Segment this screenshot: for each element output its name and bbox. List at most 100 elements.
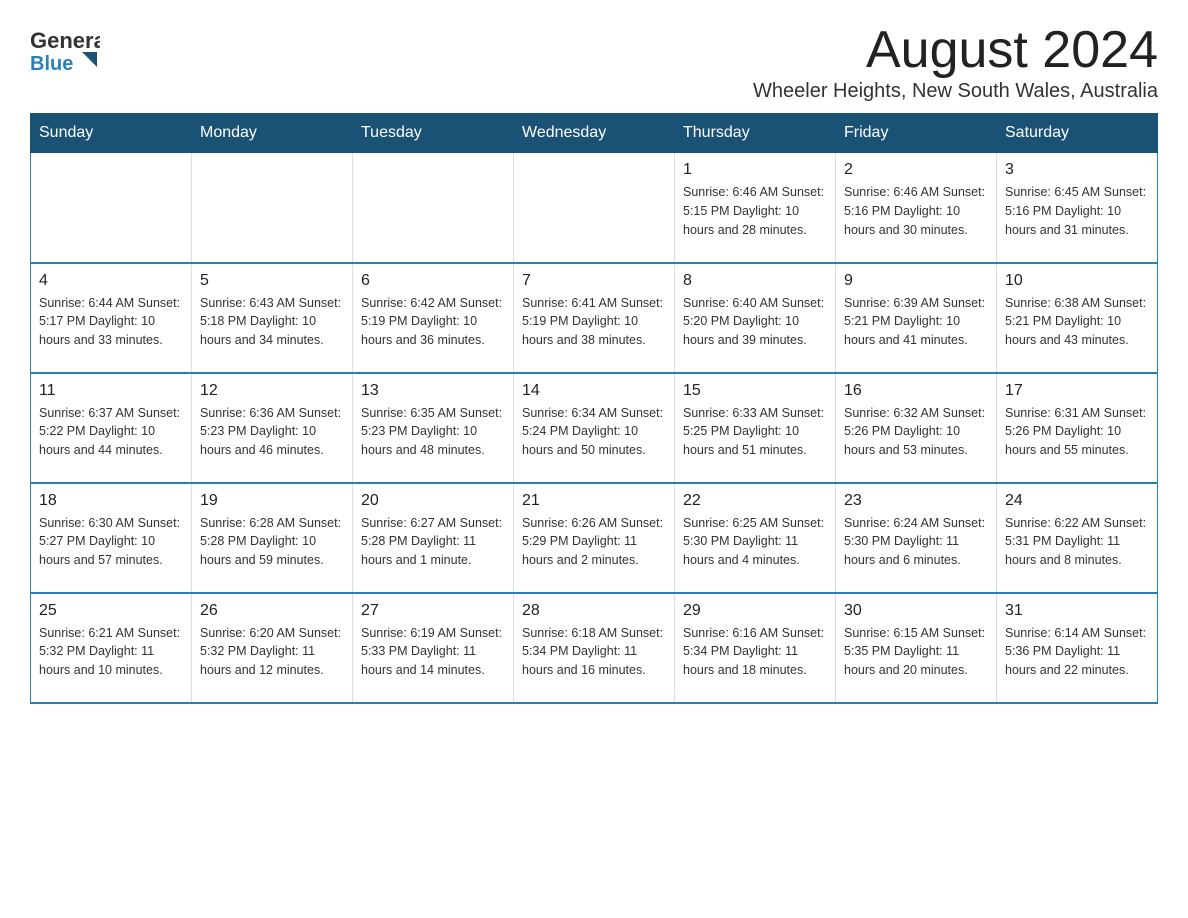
day-info: Sunrise: 6:34 AM Sunset: 5:24 PM Dayligh… bbox=[522, 404, 666, 460]
table-row: 16 Sunrise: 6:32 AM Sunset: 5:26 PM Dayli… bbox=[836, 373, 997, 483]
table-row: 15 Sunrise: 6:33 AM Sunset: 5:25 PM Dayli… bbox=[675, 373, 836, 483]
svg-text:General: General bbox=[30, 28, 100, 53]
day-number: 5 bbox=[200, 272, 344, 290]
title-area: August 2024 Wheeler Heights, New South W… bbox=[753, 20, 1158, 103]
day-info: Sunrise: 6:33 AM Sunset: 5:25 PM Dayligh… bbox=[683, 404, 827, 460]
day-info: Sunrise: 6:37 AM Sunset: 5:22 PM Dayligh… bbox=[39, 404, 183, 460]
table-row: 26 Sunrise: 6:20 AM Sunset: 5:32 PM Dayli… bbox=[192, 593, 353, 703]
day-number: 24 bbox=[1005, 492, 1149, 510]
day-number: 31 bbox=[1005, 602, 1149, 620]
table-row: 29Sunrise: 6:16 AM Sunset: 5:34 PM Dayli… bbox=[675, 593, 836, 703]
day-info: Sunrise: 6:32 AM Sunset: 5:26 PM Dayligh… bbox=[844, 404, 988, 460]
table-row: 14Sunrise: 6:34 AM Sunset: 5:24 PM Dayli… bbox=[514, 373, 675, 483]
day-number: 26 bbox=[200, 602, 344, 620]
calendar-week-row: 18Sunrise: 6:30 AM Sunset: 5:27 PM Dayli… bbox=[31, 483, 1158, 593]
day-info: Sunrise: 6:18 AM Sunset: 5:34 PM Dayligh… bbox=[522, 624, 666, 680]
calendar-table: Sunday Monday Tuesday Wednesday Thursday… bbox=[30, 113, 1158, 704]
day-info: Sunrise: 6:36 AM Sunset: 5:23 PM Dayligh… bbox=[200, 404, 344, 460]
calendar-week-row: 1 Sunrise: 6:46 AM Sunset: 5:15 PM Daylig… bbox=[31, 153, 1158, 263]
day-number: 22 bbox=[683, 492, 827, 510]
day-info: Sunrise: 6:42 AM Sunset: 5:19 PM Dayligh… bbox=[361, 294, 505, 350]
table-row: 25Sunrise: 6:21 AM Sunset: 5:32 PM Dayli… bbox=[31, 593, 192, 703]
day-info: Sunrise: 6:15 AM Sunset: 5:35 PM Dayligh… bbox=[844, 624, 988, 680]
day-info: Sunrise: 6:22 AM Sunset: 5:31 PM Dayligh… bbox=[1005, 514, 1149, 570]
calendar-week-row: 25Sunrise: 6:21 AM Sunset: 5:32 PM Dayli… bbox=[31, 593, 1158, 703]
table-row: 19Sunrise: 6:28 AM Sunset: 5:28 PM Dayli… bbox=[192, 483, 353, 593]
calendar-week-row: 4 Sunrise: 6:44 AM Sunset: 5:17 PM Daylig… bbox=[31, 263, 1158, 373]
day-info: Sunrise: 6:35 AM Sunset: 5:23 PM Dayligh… bbox=[361, 404, 505, 460]
day-number: 28 bbox=[522, 602, 666, 620]
day-info: Sunrise: 6:27 AM Sunset: 5:28 PM Dayligh… bbox=[361, 514, 505, 570]
day-info: Sunrise: 6:24 AM Sunset: 5:30 PM Dayligh… bbox=[844, 514, 988, 570]
day-number: 3 bbox=[1005, 161, 1149, 179]
day-number: 17 bbox=[1005, 382, 1149, 400]
table-row bbox=[31, 153, 192, 263]
table-row: 22 Sunrise: 6:25 AM Sunset: 5:30 PM Dayli… bbox=[675, 483, 836, 593]
day-info: Sunrise: 6:44 AM Sunset: 5:17 PM Dayligh… bbox=[39, 294, 183, 350]
day-info: Sunrise: 6:41 AM Sunset: 5:19 PM Dayligh… bbox=[522, 294, 666, 350]
table-row: 9 Sunrise: 6:39 AM Sunset: 5:21 PM Daylig… bbox=[836, 263, 997, 373]
table-row: 5 Sunrise: 6:43 AM Sunset: 5:18 PM Daylig… bbox=[192, 263, 353, 373]
day-info: Sunrise: 6:19 AM Sunset: 5:33 PM Dayligh… bbox=[361, 624, 505, 680]
calendar-header-row: Sunday Monday Tuesday Wednesday Thursday… bbox=[31, 114, 1158, 153]
day-number: 6 bbox=[361, 272, 505, 290]
table-row: 11 Sunrise: 6:37 AM Sunset: 5:22 PM Dayli… bbox=[31, 373, 192, 483]
table-row: 2 Sunrise: 6:46 AM Sunset: 5:16 PM Daylig… bbox=[836, 153, 997, 263]
day-info: Sunrise: 6:20 AM Sunset: 5:32 PM Dayligh… bbox=[200, 624, 344, 680]
logo-general-text: General Blue bbox=[30, 20, 100, 82]
day-info: Sunrise: 6:39 AM Sunset: 5:21 PM Dayligh… bbox=[844, 294, 988, 350]
day-number: 8 bbox=[683, 272, 827, 290]
day-number: 21 bbox=[522, 492, 666, 510]
day-number: 7 bbox=[522, 272, 666, 290]
day-info: Sunrise: 6:31 AM Sunset: 5:26 PM Dayligh… bbox=[1005, 404, 1149, 460]
col-tuesday: Tuesday bbox=[353, 114, 514, 153]
day-info: Sunrise: 6:45 AM Sunset: 5:16 PM Dayligh… bbox=[1005, 183, 1149, 239]
day-info: Sunrise: 6:28 AM Sunset: 5:28 PM Dayligh… bbox=[200, 514, 344, 570]
table-row bbox=[514, 153, 675, 263]
table-row: 8 Sunrise: 6:40 AM Sunset: 5:20 PM Daylig… bbox=[675, 263, 836, 373]
day-info: Sunrise: 6:30 AM Sunset: 5:27 PM Dayligh… bbox=[39, 514, 183, 570]
day-number: 9 bbox=[844, 272, 988, 290]
day-info: Sunrise: 6:38 AM Sunset: 5:21 PM Dayligh… bbox=[1005, 294, 1149, 350]
day-info: Sunrise: 6:46 AM Sunset: 5:16 PM Dayligh… bbox=[844, 183, 988, 239]
day-number: 27 bbox=[361, 602, 505, 620]
col-monday: Monday bbox=[192, 114, 353, 153]
day-number: 15 bbox=[683, 382, 827, 400]
calendar-week-row: 11 Sunrise: 6:37 AM Sunset: 5:22 PM Dayli… bbox=[31, 373, 1158, 483]
table-row: 7 Sunrise: 6:41 AM Sunset: 5:19 PM Daylig… bbox=[514, 263, 675, 373]
table-row: 28 Sunrise: 6:18 AM Sunset: 5:34 PM Dayli… bbox=[514, 593, 675, 703]
table-row: 30 Sunrise: 6:15 AM Sunset: 5:35 PM Dayli… bbox=[836, 593, 997, 703]
day-number: 20 bbox=[361, 492, 505, 510]
table-row: 3 Sunrise: 6:45 AM Sunset: 5:16 PM Daylig… bbox=[997, 153, 1158, 263]
day-number: 29 bbox=[683, 602, 827, 620]
day-number: 23 bbox=[844, 492, 988, 510]
day-info: Sunrise: 6:43 AM Sunset: 5:18 PM Dayligh… bbox=[200, 294, 344, 350]
logo-icon: General Blue bbox=[30, 20, 100, 75]
col-thursday: Thursday bbox=[675, 114, 836, 153]
table-row: 24 Sunrise: 6:22 AM Sunset: 5:31 PM Dayli… bbox=[997, 483, 1158, 593]
day-number: 4 bbox=[39, 272, 183, 290]
table-row: 13 Sunrise: 6:35 AM Sunset: 5:23 PM Dayli… bbox=[353, 373, 514, 483]
day-number: 25 bbox=[39, 602, 183, 620]
table-row bbox=[192, 153, 353, 263]
day-info: Sunrise: 6:40 AM Sunset: 5:20 PM Dayligh… bbox=[683, 294, 827, 350]
svg-text:Blue: Blue bbox=[30, 53, 73, 75]
day-number: 2 bbox=[844, 161, 988, 179]
table-row: 31Sunrise: 6:14 AM Sunset: 5:36 PM Dayli… bbox=[997, 593, 1158, 703]
month-title: August 2024 bbox=[753, 20, 1158, 80]
day-number: 10 bbox=[1005, 272, 1149, 290]
day-info: Sunrise: 6:46 AM Sunset: 5:15 PM Dayligh… bbox=[683, 183, 827, 239]
table-row: 4 Sunrise: 6:44 AM Sunset: 5:17 PM Daylig… bbox=[31, 263, 192, 373]
day-number: 16 bbox=[844, 382, 988, 400]
table-row: 10 Sunrise: 6:38 AM Sunset: 5:21 PM Dayli… bbox=[997, 263, 1158, 373]
table-row: 1 Sunrise: 6:46 AM Sunset: 5:15 PM Daylig… bbox=[675, 153, 836, 263]
day-number: 1 bbox=[683, 161, 827, 179]
table-row bbox=[353, 153, 514, 263]
table-row: 12Sunrise: 6:36 AM Sunset: 5:23 PM Dayli… bbox=[192, 373, 353, 483]
table-row: 17 Sunrise: 6:31 AM Sunset: 5:26 PM Dayli… bbox=[997, 373, 1158, 483]
day-number: 11 bbox=[39, 382, 183, 400]
day-number: 30 bbox=[844, 602, 988, 620]
day-number: 13 bbox=[361, 382, 505, 400]
logo: General Blue bbox=[30, 20, 100, 82]
day-info: Sunrise: 6:25 AM Sunset: 5:30 PM Dayligh… bbox=[683, 514, 827, 570]
